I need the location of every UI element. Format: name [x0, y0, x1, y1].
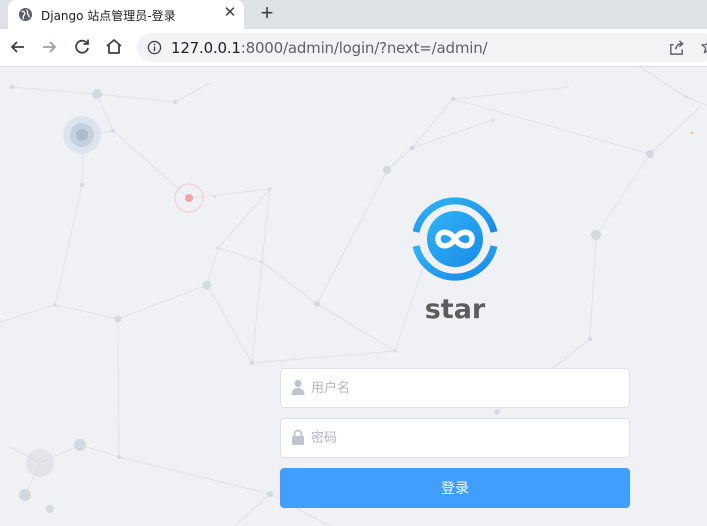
close-tab-icon[interactable]: ✕ [222, 5, 238, 21]
share-icon[interactable] [668, 39, 685, 56]
info-icon[interactable] [147, 40, 162, 55]
arrow-right-icon[interactable] [39, 37, 59, 57]
browser-toolbar: 127.0.0.1:8000/admin/login/?next=/admin/ [0, 29, 707, 67]
new-tab-button[interactable]: + [256, 2, 278, 25]
user-icon [291, 379, 305, 395]
url-text[interactable]: 127.0.0.1:8000/admin/login/?next=/admin/ [171, 39, 488, 57]
username-input[interactable] [311, 369, 621, 407]
username-field[interactable] [280, 368, 630, 408]
url-path: :8000/admin/login/?next=/admin/ [240, 39, 488, 57]
lock-icon [292, 429, 304, 445]
login-page: star 登录 [0, 67, 707, 526]
star-icon[interactable] [700, 38, 707, 55]
tab-strip: Django 站点管理员-登录 ✕ + [0, 0, 707, 29]
address-bar[interactable]: 127.0.0.1:8000/admin/login/?next=/admin/ [137, 33, 707, 62]
tab-title: Django 站点管理员-登录 [41, 9, 176, 23]
brand-name: star [424, 294, 486, 325]
tab-django-login[interactable]: Django 站点管理员-登录 ✕ [8, 0, 244, 29]
password-input[interactable] [311, 419, 621, 457]
reload-icon[interactable] [72, 37, 92, 57]
url-host: 127.0.0.1 [171, 39, 241, 57]
password-field[interactable] [280, 418, 630, 458]
arrow-left-icon[interactable] [8, 37, 28, 57]
home-icon[interactable] [104, 37, 124, 57]
infinity-logo-icon [412, 197, 498, 281]
globe-icon [18, 7, 33, 22]
login-button[interactable]: 登录 [280, 468, 630, 508]
